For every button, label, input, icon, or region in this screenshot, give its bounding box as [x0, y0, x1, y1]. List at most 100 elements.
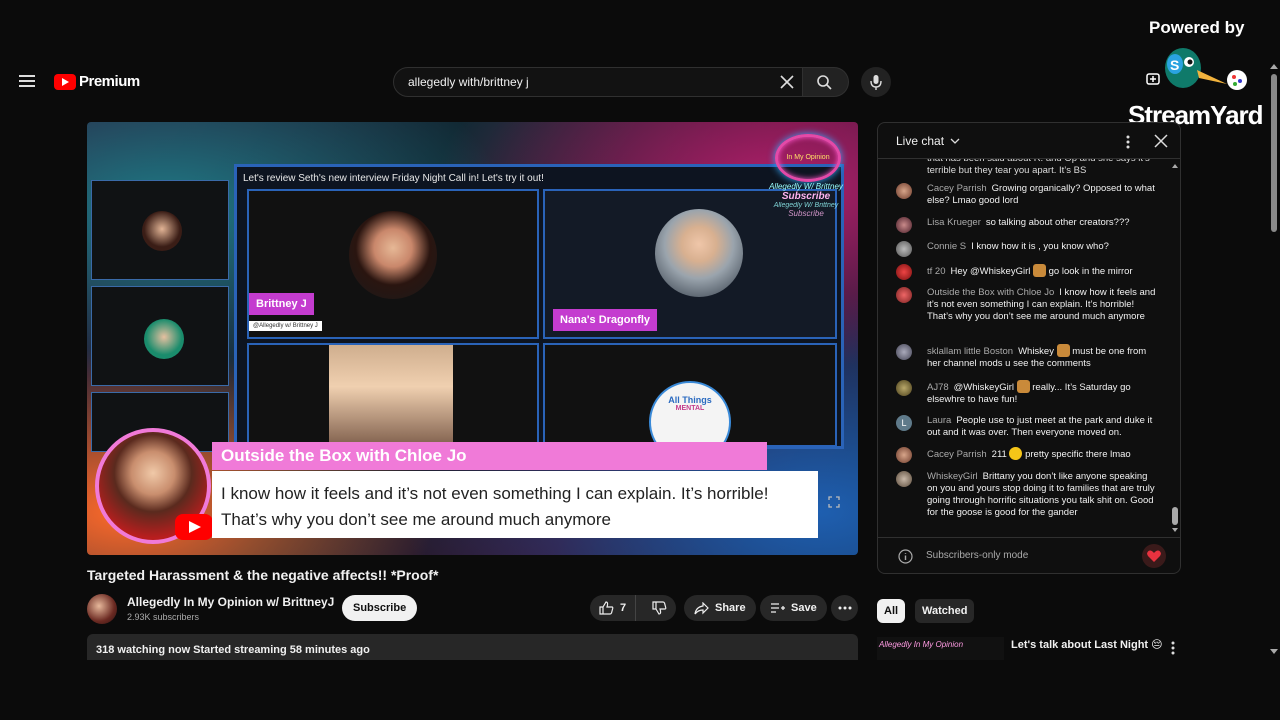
- guest-avatar: [144, 319, 184, 359]
- close-icon[interactable]: [1154, 134, 1168, 148]
- page-scroll-thumb[interactable]: [1271, 74, 1277, 232]
- chat-footer: Subscribers-only mode: [878, 537, 1180, 573]
- playlist-add-icon: [771, 603, 785, 613]
- live-chat-panel: Live chat that has been said about R. an…: [877, 122, 1181, 574]
- search-box[interactable]: [393, 67, 803, 97]
- chat-title: Live chat: [896, 134, 945, 148]
- page-scroll-down-icon[interactable]: [1270, 648, 1278, 656]
- chat-mode-dropdown[interactable]: Live chat: [896, 134, 960, 148]
- chat-avatar: [896, 264, 912, 280]
- more-actions-button[interactable]: [831, 595, 858, 621]
- chat-text: I know how it is , you know who?: [971, 241, 1109, 252]
- share-icon: [694, 601, 709, 614]
- chloe-camera-feed: [329, 345, 453, 449]
- page-scrollbar[interactable]: [1270, 62, 1278, 662]
- chat-message: Outside the Box with Chloe Jo I know how …: [896, 287, 1158, 323]
- logo-text-3: Allegedly W/ Brittney: [773, 202, 839, 209]
- chat-text: Whiskey: [1018, 346, 1054, 357]
- name-tag-nana: Nana's Dragonfly: [553, 309, 658, 331]
- scroll-up-icon[interactable]: [1172, 163, 1178, 169]
- chat-more-icon[interactable]: [1126, 135, 1130, 149]
- streamyard-powered-label: Powered by: [1149, 18, 1245, 37]
- chip-watched[interactable]: Watched: [915, 599, 975, 623]
- chat-message: AJ78 @WhiskeyGirl really... It’s Saturday…: [896, 380, 1158, 406]
- chat-avatar: [896, 344, 912, 360]
- chat-text: 211: [991, 449, 1007, 460]
- streamyard-mascot-icon: S: [1146, 48, 1247, 90]
- chat-author[interactable]: tf 20: [927, 266, 946, 277]
- like-count: 7: [620, 602, 627, 614]
- stage-tile-allthings: All Things MENTAL: [543, 343, 837, 463]
- name-tag-brittney: Brittney J: [249, 293, 314, 315]
- chat-message: Lisa Krueger so talking about other creat…: [896, 217, 1158, 233]
- chip-all[interactable]: All: [877, 599, 906, 623]
- chat-message: WhiskeyGirl Brittany you don’t like anyon…: [896, 471, 1158, 519]
- chat-author[interactable]: Cacey Parrish: [927, 449, 987, 460]
- whiskey-emoji-icon: [1056, 344, 1070, 357]
- channel-name[interactable]: Allegedly In My Opinion w/ BrittneyJ: [127, 595, 334, 609]
- video-player[interactable]: Let's review Seth's new interview Friday…: [87, 122, 858, 555]
- chat-text: @WhiskeyGirl: [953, 382, 1014, 393]
- whiskey-emoji-icon: [1016, 380, 1030, 393]
- chat-text: People use to just meet at the park and …: [927, 415, 1153, 438]
- recommendation-more-icon[interactable]: [1171, 641, 1175, 655]
- search-icon: [817, 75, 832, 90]
- thumbs-up-icon: [599, 601, 614, 615]
- voice-search-button[interactable]: [861, 67, 891, 97]
- info-icon: [898, 549, 913, 564]
- chat-author[interactable]: Outside the Box with Chloe Jo: [927, 287, 1054, 298]
- youtube-premium-logo[interactable]: Premium: [54, 73, 140, 90]
- chat-avatar: [896, 183, 912, 199]
- description-info-bar[interactable]: 318 watching now Started streaming 58 mi…: [87, 634, 858, 660]
- guest-avatar: [142, 211, 182, 251]
- chat-author[interactable]: AJ78: [927, 382, 949, 393]
- whiskey-emoji-icon: [1033, 264, 1046, 277]
- logo-text-2: Subscribe: [781, 191, 831, 202]
- chat-message-partial: that has been said about R. and Op and s…: [927, 159, 1150, 176]
- fullscreen-icon[interactable]: [828, 496, 840, 508]
- chat-author[interactable]: Connie S: [927, 241, 966, 252]
- chat-message: Cacey Parrish 211 pretty specific there l…: [896, 447, 1158, 463]
- stage-tile-chloe: [247, 343, 539, 449]
- side-tile-1: [91, 180, 229, 280]
- scroll-down-icon[interactable]: [1172, 527, 1178, 533]
- chat-author[interactable]: Cacey Parrish: [927, 183, 987, 194]
- chat-scroll-thumb[interactable]: [1172, 507, 1178, 525]
- like-dislike-group: 7: [590, 595, 676, 621]
- chat-scrollbar[interactable]: [1172, 163, 1178, 533]
- logo-heart: In My Opinion: [775, 134, 841, 182]
- save-label: Save: [791, 602, 817, 614]
- chat-author[interactable]: Lisa Krueger: [927, 217, 981, 228]
- subscriber-count: 2.93K subscribers: [127, 612, 200, 622]
- share-button[interactable]: Share: [684, 595, 756, 621]
- channel-avatar[interactable]: [87, 594, 117, 624]
- save-button[interactable]: Save: [760, 595, 827, 621]
- recommendation-title[interactable]: Let's talk about Last Night 😔: [1011, 638, 1163, 651]
- chat-author[interactable]: WhiskeyGirl: [927, 471, 978, 482]
- subscribers-only-label: Subscribers-only mode: [926, 550, 1029, 561]
- heart-icon: [1147, 550, 1161, 562]
- chat-avatar: [896, 287, 912, 303]
- name-subtag-brittney: @Allegedly w/ Brittney J: [249, 321, 322, 331]
- chat-message-list: that has been said about R. and Op and s…: [878, 159, 1170, 531]
- chat-author[interactable]: Laura: [927, 415, 951, 426]
- search-button[interactable]: [803, 67, 849, 97]
- brand-label: Premium: [79, 73, 140, 90]
- chat-author[interactable]: sklallam little Boston: [927, 346, 1013, 357]
- like-button[interactable]: 7: [590, 595, 637, 621]
- page-scroll-up-icon[interactable]: [1270, 62, 1278, 70]
- svg-text:S: S: [1170, 57, 1179, 73]
- chat-message: Connie S I know how it is , you know who?: [896, 241, 1158, 257]
- chat-header: Live chat: [878, 123, 1180, 159]
- menu-icon[interactable]: [19, 75, 35, 87]
- recommendation-thumbnail[interactable]: Allegedly In My Opinion: [877, 637, 1004, 660]
- chat-text: Hey @WhiskeyGirl: [950, 266, 1031, 277]
- channel-watermark-logo: In My Opinion Allegedly W/ Brittney Subs…: [765, 134, 847, 240]
- heart-reaction-button[interactable]: [1142, 544, 1166, 568]
- clear-icon[interactable]: [778, 73, 796, 91]
- search-input[interactable]: [406, 74, 770, 90]
- chat-avatar-letter: L: [896, 415, 912, 431]
- video-title: Targeted Harassment & the negative affec…: [87, 567, 439, 583]
- dislike-button[interactable]: [642, 595, 677, 621]
- subscribe-button[interactable]: Subscribe: [342, 595, 418, 621]
